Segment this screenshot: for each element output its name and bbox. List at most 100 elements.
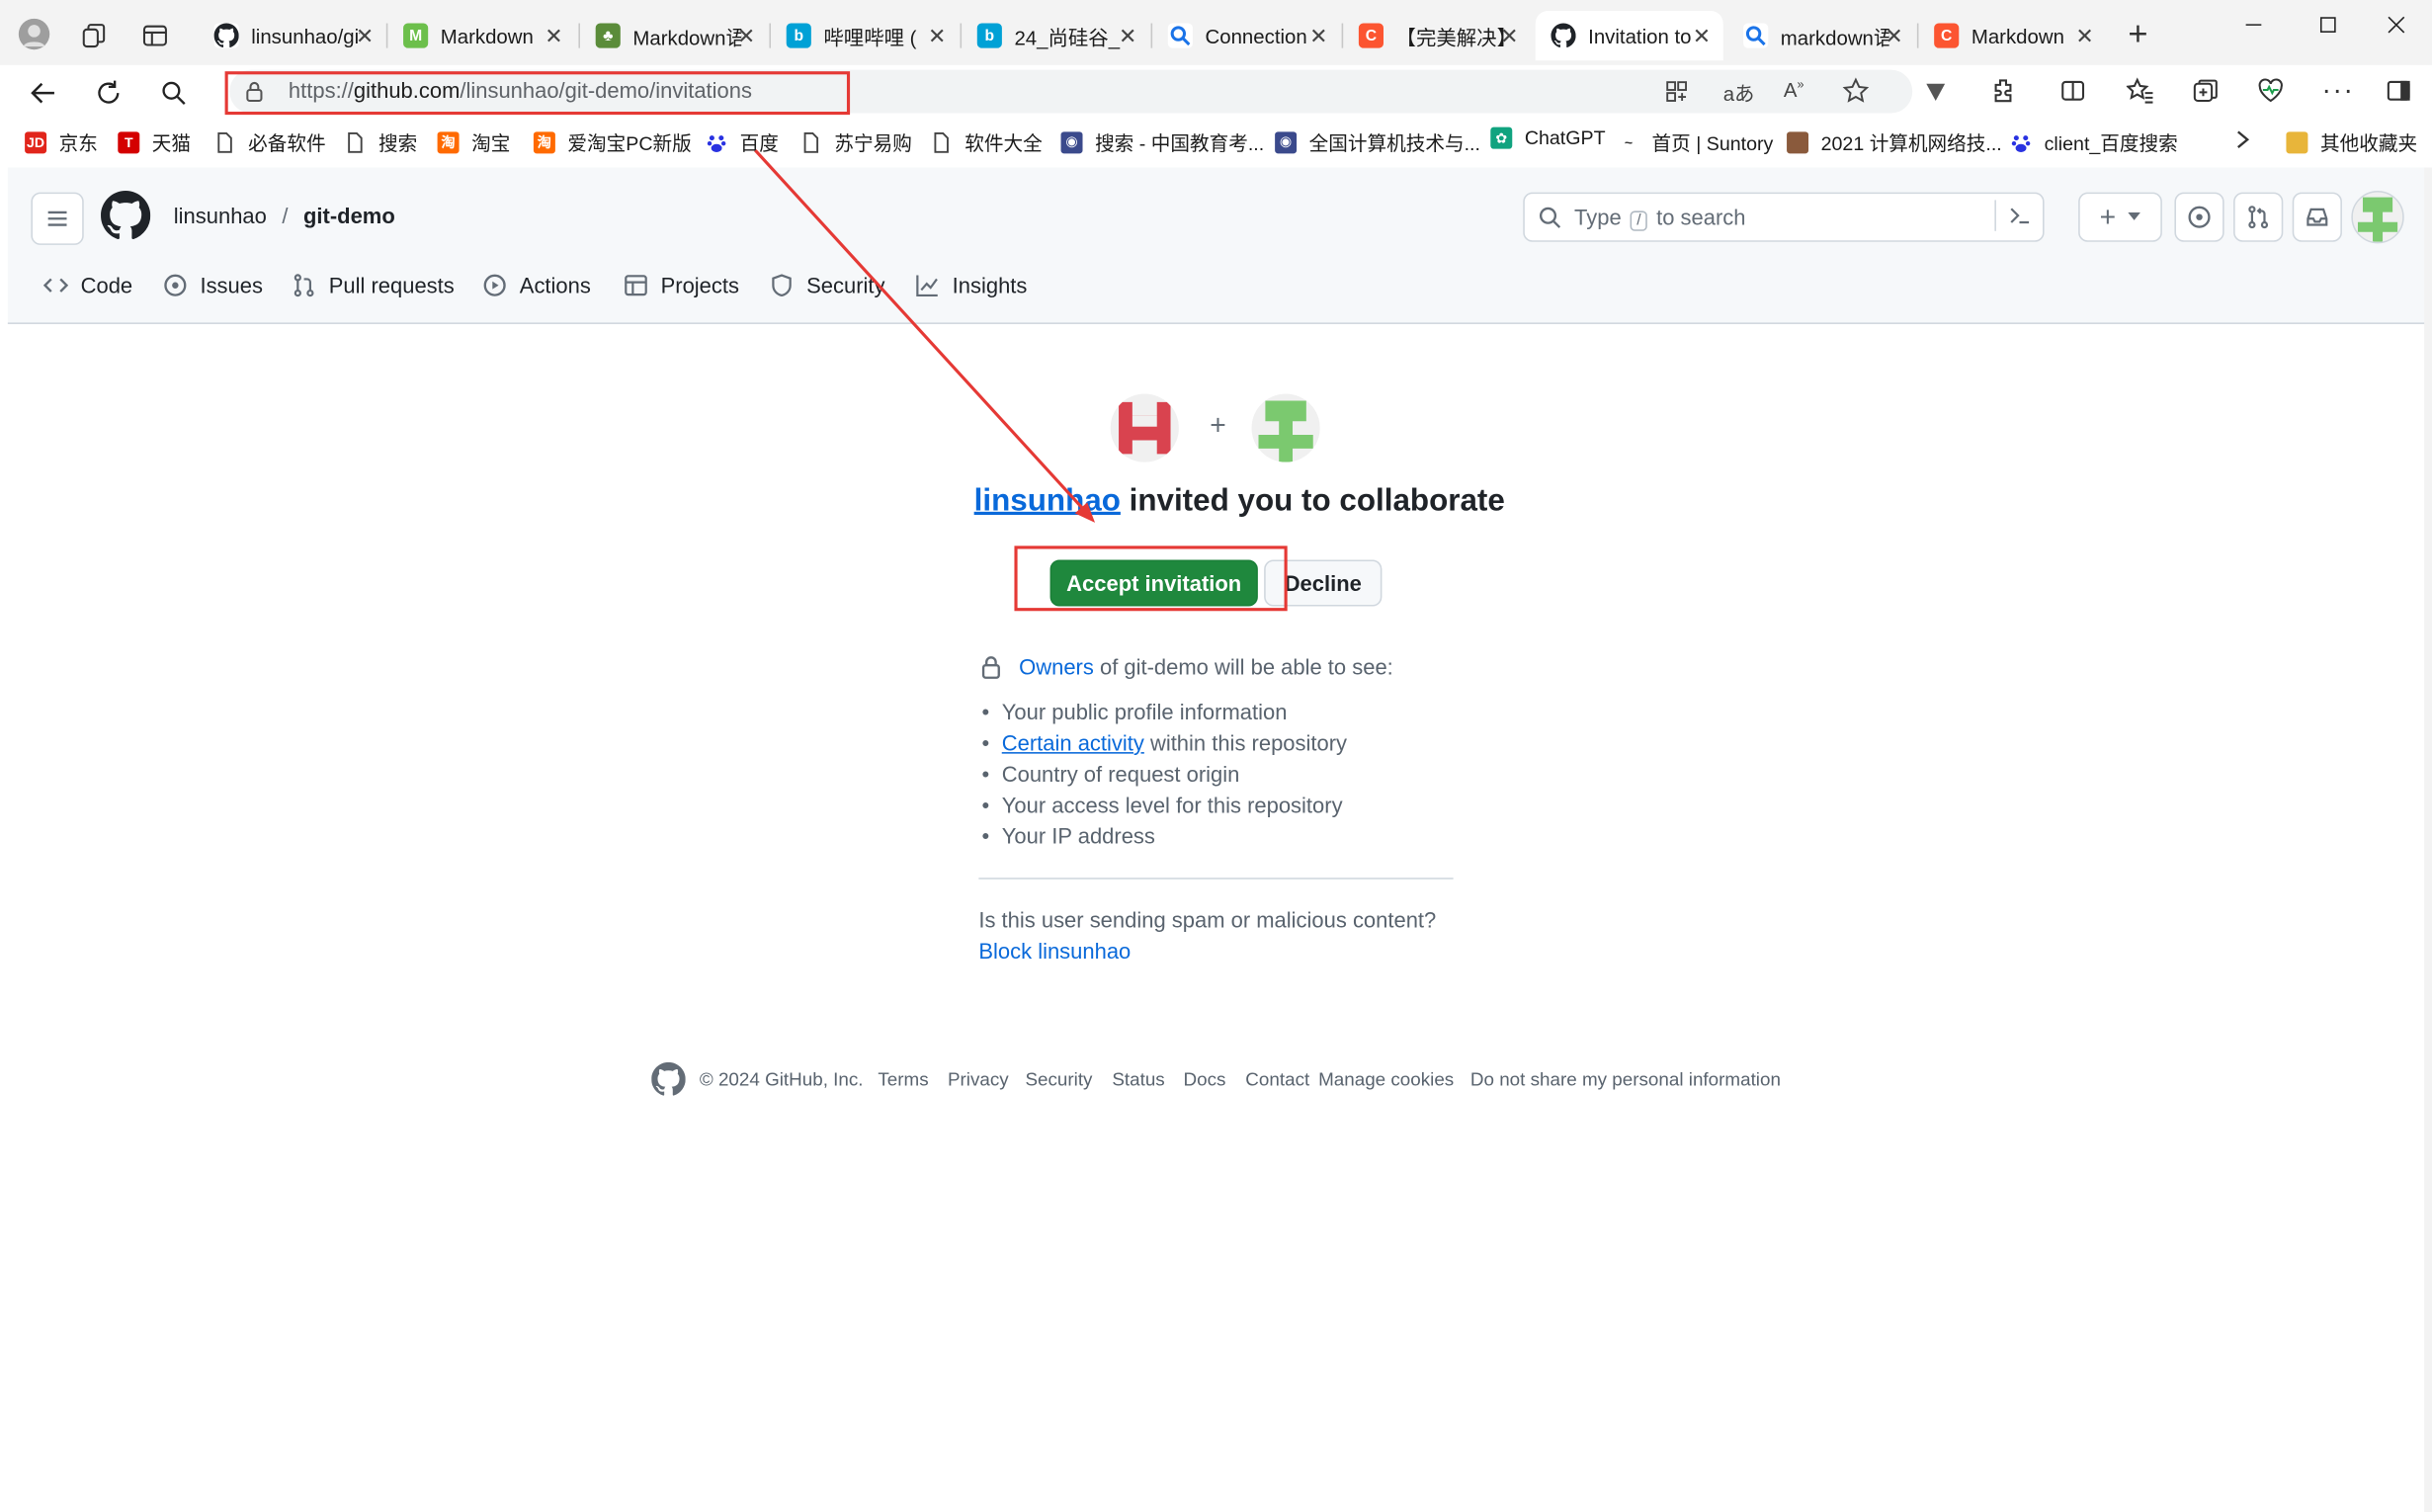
owners-link[interactable]: Owners [1019, 654, 1094, 679]
tab-close-icon[interactable]: ✕ [545, 24, 562, 50]
footer-link-do-not-share-my-personal-information[interactable]: Do not share my personal information [1470, 1068, 1781, 1090]
browser-tab[interactable]: markdown语 ✕ [1727, 11, 1915, 60]
favorite-item[interactable]: 2021 计算机网络技... [1787, 127, 2002, 157]
scrollbar[interactable] [2424, 167, 2432, 1512]
browser-tab[interactable]: b 24_尚硅谷_ ✕ [962, 11, 1149, 60]
inbox-icon[interactable] [2292, 192, 2342, 242]
translate-icon[interactable]: aあ [1723, 77, 1755, 107]
tab-close-icon[interactable]: ✕ [737, 24, 755, 50]
repo-tab-actions[interactable]: Actions [482, 273, 591, 297]
tab-close-icon[interactable]: ✕ [1693, 24, 1711, 50]
repo-tab-security[interactable]: Security [769, 273, 885, 297]
repo-tab-insights[interactable]: Insights [915, 273, 1027, 297]
favorites-icon[interactable] [2126, 77, 2154, 104]
repo-tab-pull-requests[interactable]: Pull requests [292, 273, 455, 297]
inviter-link[interactable]: linsunhao [974, 484, 1121, 519]
repo-tab-projects[interactable]: Projects [624, 273, 739, 297]
issues-icon[interactable] [2174, 192, 2224, 242]
vertical-tabs-icon[interactable] [142, 24, 167, 48]
favorite-item[interactable]: 软件大全 [930, 127, 1043, 157]
profile-avatar-icon[interactable] [18, 18, 50, 50]
search-icon[interactable] [152, 71, 196, 115]
pull-requests-icon[interactable] [2233, 192, 2284, 242]
favorite-item[interactable]: 苏宁易购 [799, 127, 912, 157]
tab-close-icon[interactable]: ✕ [1309, 24, 1327, 50]
split-screen-icon[interactable] [2059, 77, 2086, 104]
more-favorites-chevron-icon[interactable] [2235, 128, 2251, 150]
browser-tab[interactable]: ♣ Markdown语 ✕ [580, 11, 768, 60]
hamburger-menu-icon[interactable] [31, 192, 84, 245]
favorite-item[interactable]: 搜索 [344, 127, 417, 157]
favorite-item[interactable]: JD 京东 [25, 127, 98, 157]
footer-link-contact[interactable]: Contact [1245, 1068, 1309, 1090]
issues-icon [163, 273, 201, 297]
taobao-icon: 淘 [533, 130, 555, 153]
sidebar-toggle-icon[interactable] [2386, 77, 2412, 104]
favorite-item[interactable]: client_百度搜索 [2010, 127, 2178, 157]
favorite-label: 淘宝 [471, 132, 511, 155]
browser-tab[interactable]: Connection ✕ [1152, 11, 1340, 60]
maximize-icon[interactable] [2293, 0, 2364, 49]
favorite-item[interactable]: T 天猫 [118, 127, 191, 157]
more-menu-icon[interactable]: ··· [2322, 74, 2355, 107]
certain-activity-link[interactable]: Certain activity [1002, 730, 1144, 755]
browser-tab[interactable]: C 【完美解决】✕ [1343, 11, 1531, 60]
inviter-avatar[interactable] [1110, 393, 1179, 462]
block-user-link[interactable]: Block linsunhao [978, 938, 1131, 963]
collections-icon[interactable] [2192, 77, 2220, 105]
app-available-icon[interactable] [1664, 79, 1689, 104]
minimize-icon[interactable] [2218, 0, 2289, 49]
favorite-item[interactable]: 淘淘宝 [437, 127, 511, 157]
favorite-item[interactable]: 淘爱淘宝PC新版 [533, 127, 692, 157]
footer-link-status[interactable]: Status [1112, 1068, 1164, 1090]
refresh-icon[interactable] [87, 71, 130, 115]
favorite-item[interactable]: 必备软件 [213, 127, 326, 157]
browser-tab[interactable]: linsunhao/git ✕ [199, 11, 386, 60]
favorite-star-icon[interactable] [1842, 77, 1870, 104]
footer-link-terms[interactable]: Terms [878, 1068, 928, 1090]
repo-tab-label: Issues [200, 273, 263, 298]
browser-tab[interactable]: C Markdown ✕ [1918, 11, 2106, 60]
footer-link-security[interactable]: Security [1025, 1068, 1092, 1090]
vpn-extension-icon[interactable] [1923, 79, 1948, 104]
favorite-item[interactable]: 百度 [706, 127, 779, 157]
tab-close-icon[interactable]: ✕ [356, 24, 374, 50]
read-aloud-icon[interactable]: A» [1784, 77, 1804, 101]
back-icon[interactable] [22, 71, 65, 115]
browser-essentials-icon[interactable] [2257, 77, 2285, 104]
visibility-notice: Owners of git-demo will be able to see: [1019, 654, 1393, 679]
footer-link-manage-cookies[interactable]: Manage cookies [1318, 1068, 1454, 1090]
tab-title: Markdown [1971, 24, 2064, 47]
breadcrumb-repo[interactable]: git-demo [303, 204, 395, 228]
github-logo-icon[interactable] [101, 191, 151, 240]
invitee-avatar[interactable] [1251, 393, 1320, 462]
browser-tab[interactable]: b 哔哩哔哩 (✕ [771, 11, 959, 60]
browser-tab[interactable]: Invitation to ✕ [1535, 10, 1723, 61]
favorite-item[interactable]: ◉ 全国计算机技术与... [1275, 127, 1480, 157]
repo-tab-issues[interactable]: Issues [163, 273, 263, 297]
list-item-text: Your access level for this repository [1001, 792, 1343, 817]
favorite-item[interactable]: ✿ ChatGPT [1490, 126, 1606, 149]
search-field[interactable]: Type / to search [1523, 192, 2045, 242]
tab-close-icon[interactable]: ✕ [1885, 24, 1902, 50]
tab-close-icon[interactable]: ✕ [928, 24, 946, 50]
user-avatar[interactable] [2351, 191, 2404, 244]
extensions-icon[interactable] [1990, 77, 2017, 104]
create-new-button[interactable]: + [2078, 192, 2162, 242]
tab-close-icon[interactable]: ✕ [2075, 24, 2093, 50]
tab-close-icon[interactable]: ✕ [1119, 24, 1136, 50]
repo-tab-code[interactable]: Code [42, 273, 132, 297]
tab-close-icon[interactable]: ✕ [1500, 24, 1518, 50]
footer-link-privacy[interactable]: Privacy [948, 1068, 1009, 1090]
new-tab-icon[interactable]: + [2128, 16, 2147, 50]
footer-link-docs[interactable]: Docs [1184, 1068, 1226, 1090]
close-window-icon[interactable] [2361, 0, 2432, 49]
favorite-item[interactable]: ◉ 搜索 - 中国教育考... [1060, 127, 1264, 157]
favorite-item[interactable]: ~ 首页 | Suntory [1617, 127, 1773, 157]
command-palette-icon[interactable] [1994, 200, 2043, 231]
workspaces-icon[interactable] [81, 22, 109, 49]
browser-tab[interactable]: M Markdown ✕ [387, 11, 575, 60]
github-footer-logo-icon[interactable] [651, 1061, 686, 1097]
other-favorites-folder[interactable]: 其他收藏夹 [2286, 127, 2417, 157]
breadcrumb-owner[interactable]: linsunhao [174, 204, 267, 228]
